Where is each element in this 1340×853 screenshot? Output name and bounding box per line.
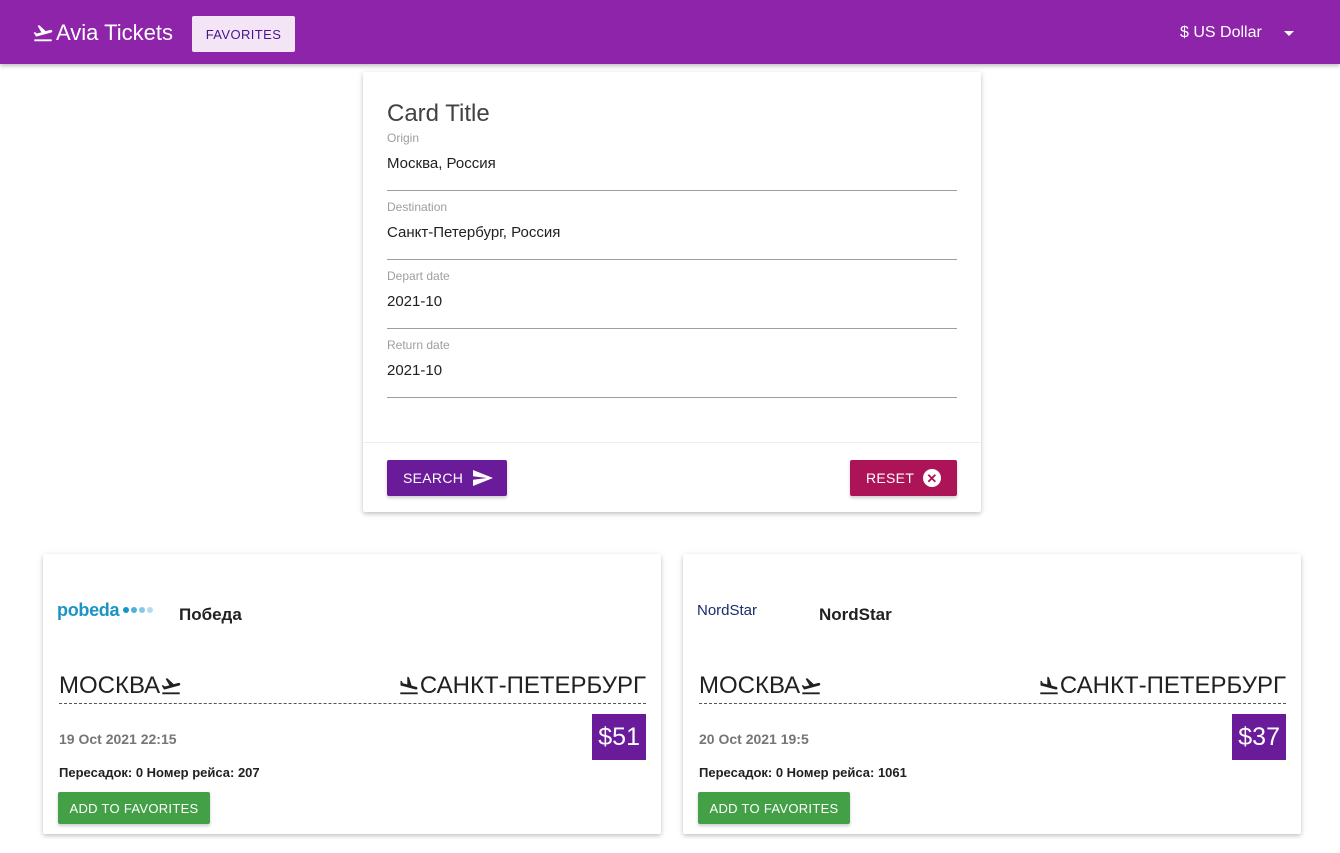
cancel-icon: ✕ [923,469,941,487]
airline-logo: NordStar [697,598,757,622]
top-navbar: Avia Tickets FAVORITES $ US Dollar [0,0,1340,64]
card-action-divider [363,442,981,443]
return-date-label: Return date [387,338,450,352]
destination-field[interactable]: Destination Санкт-Петербург, Россия [387,200,957,260]
destination-label: Destination [387,200,448,214]
depart-date-label: Depart date [387,269,450,283]
origin-city: МОСКВА [59,672,161,699]
route-divider [59,703,646,704]
airplane-landing-icon [1040,676,1058,695]
brand-link[interactable]: Avia Tickets [32,18,173,48]
brand-title: Avia Tickets [56,20,173,45]
favorites-button[interactable]: FAVORITES [192,16,295,52]
depart-date-input[interactable]: 2021-10 [387,293,442,310]
search-form-card: Card Title Origin Москва, Россия Destina… [363,72,981,512]
pobeda-logo-text: pobeda [57,599,120,620]
ticket-card: NordStar NordStar МОСКВА САНКТ-ПЕТЕРБУРГ… [683,554,1301,834]
reset-button[interactable]: RESET ✕ [850,460,957,496]
add-to-favorites-button[interactable]: ADD TO FAVORITES [58,792,210,824]
currency-select[interactable]: $ US Dollar [1180,20,1294,46]
departure-datetime: 20 Oct 2021 19:5 [699,731,809,747]
pobeda-logo-dots [121,607,154,613]
airplane-takeoff-icon [801,678,821,695]
airplane-takeoff-icon [161,678,181,695]
search-button-label: SEARCH [403,470,464,486]
price-badge: $51 [592,714,646,760]
reset-button-label: RESET [866,470,915,486]
origin-input[interactable]: Москва, Россия [387,155,496,172]
search-button[interactable]: SEARCH [387,460,507,496]
nordstar-logo-text: NordStar [697,601,758,619]
airplane-landing-icon [400,676,418,695]
route-divider [699,703,1286,704]
currency-value: $ US Dollar [1180,24,1262,41]
return-date-field[interactable]: Return date 2021-10 [387,338,957,398]
return-date-input[interactable]: 2021-10 [387,362,442,379]
route-origin: МОСКВА [699,672,822,700]
airplane-takeoff-icon [33,25,53,42]
destination-city: САНКТ-ПЕТЕРБУРГ [419,672,646,699]
airline-name: NordStar [819,605,892,624]
departure-datetime: 19 Oct 2021 22:15 [59,731,177,747]
airline-name: Победа [179,605,242,624]
destination-input[interactable]: Санкт-Петербург, Россия [387,224,560,241]
airline-logo: pobeda [57,598,154,622]
origin-field[interactable]: Origin Москва, Россия [387,131,957,191]
route-destination: САНКТ-ПЕТЕРБУРГ [398,672,646,700]
add-to-favorites-button[interactable]: ADD TO FAVORITES [698,792,850,824]
card-title: Card Title [387,100,490,127]
destination-city: САНКТ-ПЕТЕРБУРГ [1059,672,1286,699]
flight-meta: Пересадок: 0 Номер рейса: 1061 [699,765,907,780]
depart-date-field[interactable]: Depart date 2021-10 [387,269,957,329]
ticket-card: pobeda Победа МОСКВА САНКТ-ПЕТЕРБУРГ 19 … [43,554,661,834]
route-destination: САНКТ-ПЕТЕРБУРГ [1038,672,1286,700]
send-icon [473,470,493,486]
flight-meta: Пересадок: 0 Номер рейса: 207 [59,765,260,780]
chevron-down-icon [1283,30,1294,36]
price-badge: $37 [1232,714,1286,760]
origin-city: МОСКВА [699,672,801,699]
route-origin: МОСКВА [59,672,182,700]
origin-label: Origin [387,131,420,145]
